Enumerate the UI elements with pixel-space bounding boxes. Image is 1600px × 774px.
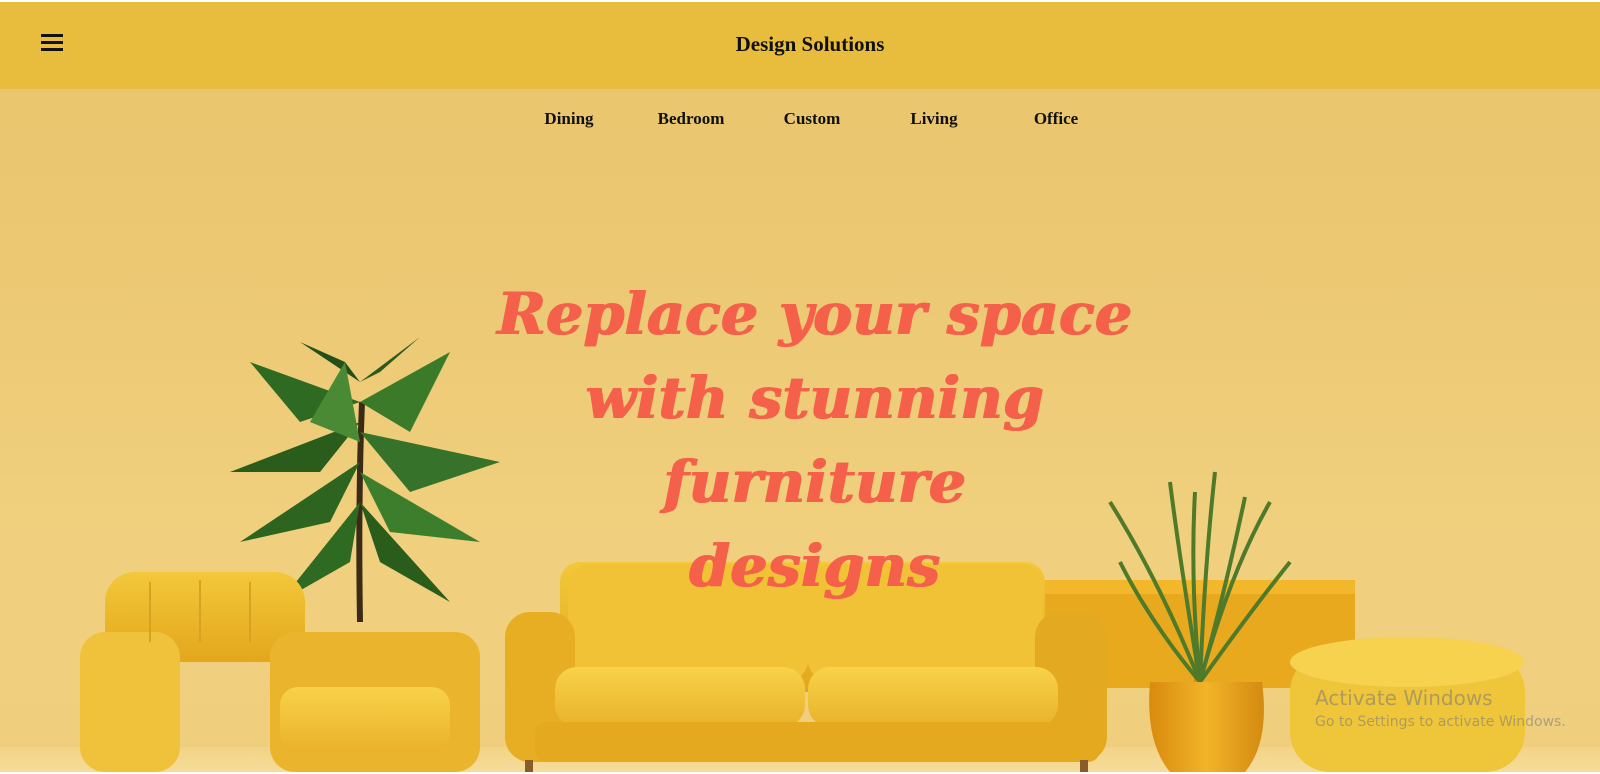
nav-link-bedroom[interactable]: Bedroom — [658, 109, 725, 129]
nav-link-custom[interactable]: Custom — [784, 109, 841, 129]
watermark-subtitle: Go to Settings to activate Windows. — [1315, 714, 1566, 730]
nav-link-living[interactable]: Living — [910, 109, 957, 129]
brand-title: Design Solutions — [735, 32, 885, 56]
hero-line-1: Replace your space — [497, 280, 1133, 348]
page: Design Solutions Dining Bedroom Custom L… — [0, 2, 1600, 772]
hero-line-2: with stunning furniture — [585, 364, 1045, 516]
armchair — [80, 572, 480, 772]
category-nav: Dining Bedroom Custom Living Office — [0, 109, 1600, 133]
nav-link-dining[interactable]: Dining — [544, 109, 593, 129]
nav-link-office[interactable]: Office — [1034, 109, 1078, 129]
activate-windows-watermark: Activate Windows Go to Settings to activ… — [1315, 686, 1566, 730]
hero-headline: Replace your space with stunning furnitu… — [470, 272, 1160, 608]
hero-line-3: designs — [689, 532, 941, 600]
watermark-title: Activate Windows — [1315, 686, 1493, 710]
top-bar: Design Solutions — [0, 2, 1600, 89]
